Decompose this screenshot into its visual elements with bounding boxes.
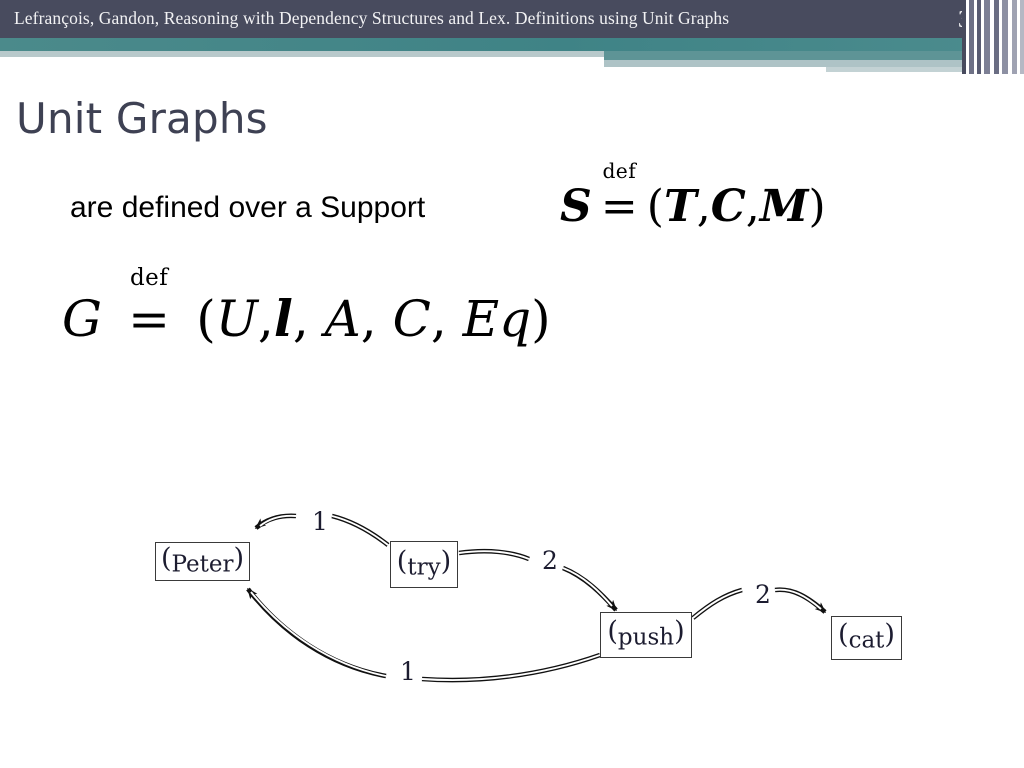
accent-band-teal-right	[604, 51, 1024, 60]
formula-graph: G def = (U,l, A, C, Eq)	[62, 267, 551, 352]
graph-node-push[interactable]: (push)	[600, 612, 692, 658]
node-text: cat	[848, 627, 885, 654]
node-close-paren: )	[674, 616, 685, 648]
node-open-paren: (	[396, 545, 408, 577]
edge-push-cat-right-inner	[774, 588, 822, 610]
node-close-paren: )	[440, 545, 452, 577]
edge-try-peter-right-inner	[331, 515, 389, 546]
formula-support-sep-1: ,	[745, 181, 760, 232]
formula-graph-term-1: l	[273, 289, 293, 348]
node-close-paren: )	[884, 619, 896, 651]
graph-node-try[interactable]: (try)	[390, 541, 458, 588]
formula-support-defeq: def =	[592, 161, 647, 236]
node-text: Peter	[171, 551, 234, 578]
graph-node-label-push: (push)	[607, 616, 685, 651]
formula-support-term-1: C	[710, 181, 746, 232]
edge-try-push-left-inner	[458, 550, 530, 560]
graph-node-cat[interactable]: (cat)	[831, 616, 902, 660]
edge-push-cat-right	[774, 587, 827, 614]
formula-support-open-paren: (	[646, 181, 664, 232]
edge-label-push-cat-2: 2	[755, 580, 771, 609]
formula-graph-close-paren: )	[531, 290, 551, 348]
edge-try-peter-left-inner	[259, 514, 297, 527]
edge-label-try-push-2: 2	[542, 546, 558, 575]
formula-graph-sep-0: ,	[257, 290, 274, 348]
formula-graph-term-0: U	[215, 290, 258, 348]
node-close-paren: )	[233, 542, 245, 574]
formula-graph-sep-3: ,	[430, 290, 447, 348]
graph-node-label-try: (try)	[396, 545, 452, 581]
slide: Lefrançois, Gandon, Reasoning with Depen…	[0, 0, 1024, 768]
formula-support-def-label: def	[602, 159, 637, 184]
node-text: try	[407, 554, 441, 581]
formula-graph-open-paren: (	[196, 290, 216, 348]
node-open-paren: (	[607, 616, 618, 648]
graph-node-label-cat: (cat)	[837, 619, 896, 654]
edge-push-peter-right-inner	[421, 654, 601, 681]
node-text: push	[617, 624, 675, 651]
formula-support-close-paren: )	[808, 181, 826, 232]
node-open-paren: (	[160, 542, 172, 574]
support-row: are defined over a Support	[70, 188, 425, 238]
node-open-paren: (	[837, 619, 849, 651]
formula-support-sep-0: ,	[696, 181, 711, 232]
formula-graph-lhs: G	[62, 290, 102, 348]
page-title: Unit Graphs	[16, 94, 268, 143]
edge-try-peter-left	[254, 513, 297, 530]
accent-band-teal	[0, 38, 1024, 51]
edge-push-peter-left-inner	[250, 591, 387, 677]
formula-graph-term-3: C	[392, 290, 431, 348]
formula-support-term-0: T	[663, 181, 697, 232]
graph-node-peter[interactable]: (Peter)	[155, 542, 250, 581]
formula-support: Sdef = (T,C,M)	[560, 161, 826, 236]
edge-push-cat-left	[691, 587, 743, 620]
edge-push-peter-right	[421, 652, 601, 683]
edge-try-push-right-inner	[562, 567, 613, 607]
decorative-stripes	[962, 0, 1024, 74]
edge-try-push-left	[458, 548, 530, 562]
formula-graph-defeq: def =	[118, 267, 181, 352]
edge-label-push-peter-1: 1	[400, 657, 416, 686]
formula-support-term-2: M	[759, 181, 809, 232]
decorative-stripe-14	[1020, 0, 1024, 74]
edge-push-peter-left	[246, 587, 387, 679]
formula-graph-term-4: Eq	[462, 290, 532, 348]
edge-label-try-peter-1: 1	[312, 507, 328, 536]
formula-graph-sep-1: ,	[292, 290, 309, 348]
formula-graph-term-2: A	[324, 290, 361, 348]
formula-graph-def-label: def	[129, 265, 169, 292]
graph-node-label-peter: (Peter)	[160, 542, 245, 578]
edge-try-push-right	[562, 565, 618, 612]
header-title: Lefrançois, Gandon, Reasoning with Depen…	[14, 8, 730, 28]
accent-band-gray-right	[604, 60, 1024, 67]
formula-graph-sep-2: ,	[360, 290, 377, 348]
edge-push-cat-left-inner	[692, 589, 743, 619]
support-text: are defined over a Support	[70, 191, 426, 224]
formula-graph-equals: =	[128, 290, 171, 348]
accent-band-white-right	[604, 67, 826, 71]
formula-support-equals: =	[600, 181, 638, 232]
formula-support-lhs: S	[560, 181, 592, 232]
edge-try-peter-right	[331, 513, 390, 547]
